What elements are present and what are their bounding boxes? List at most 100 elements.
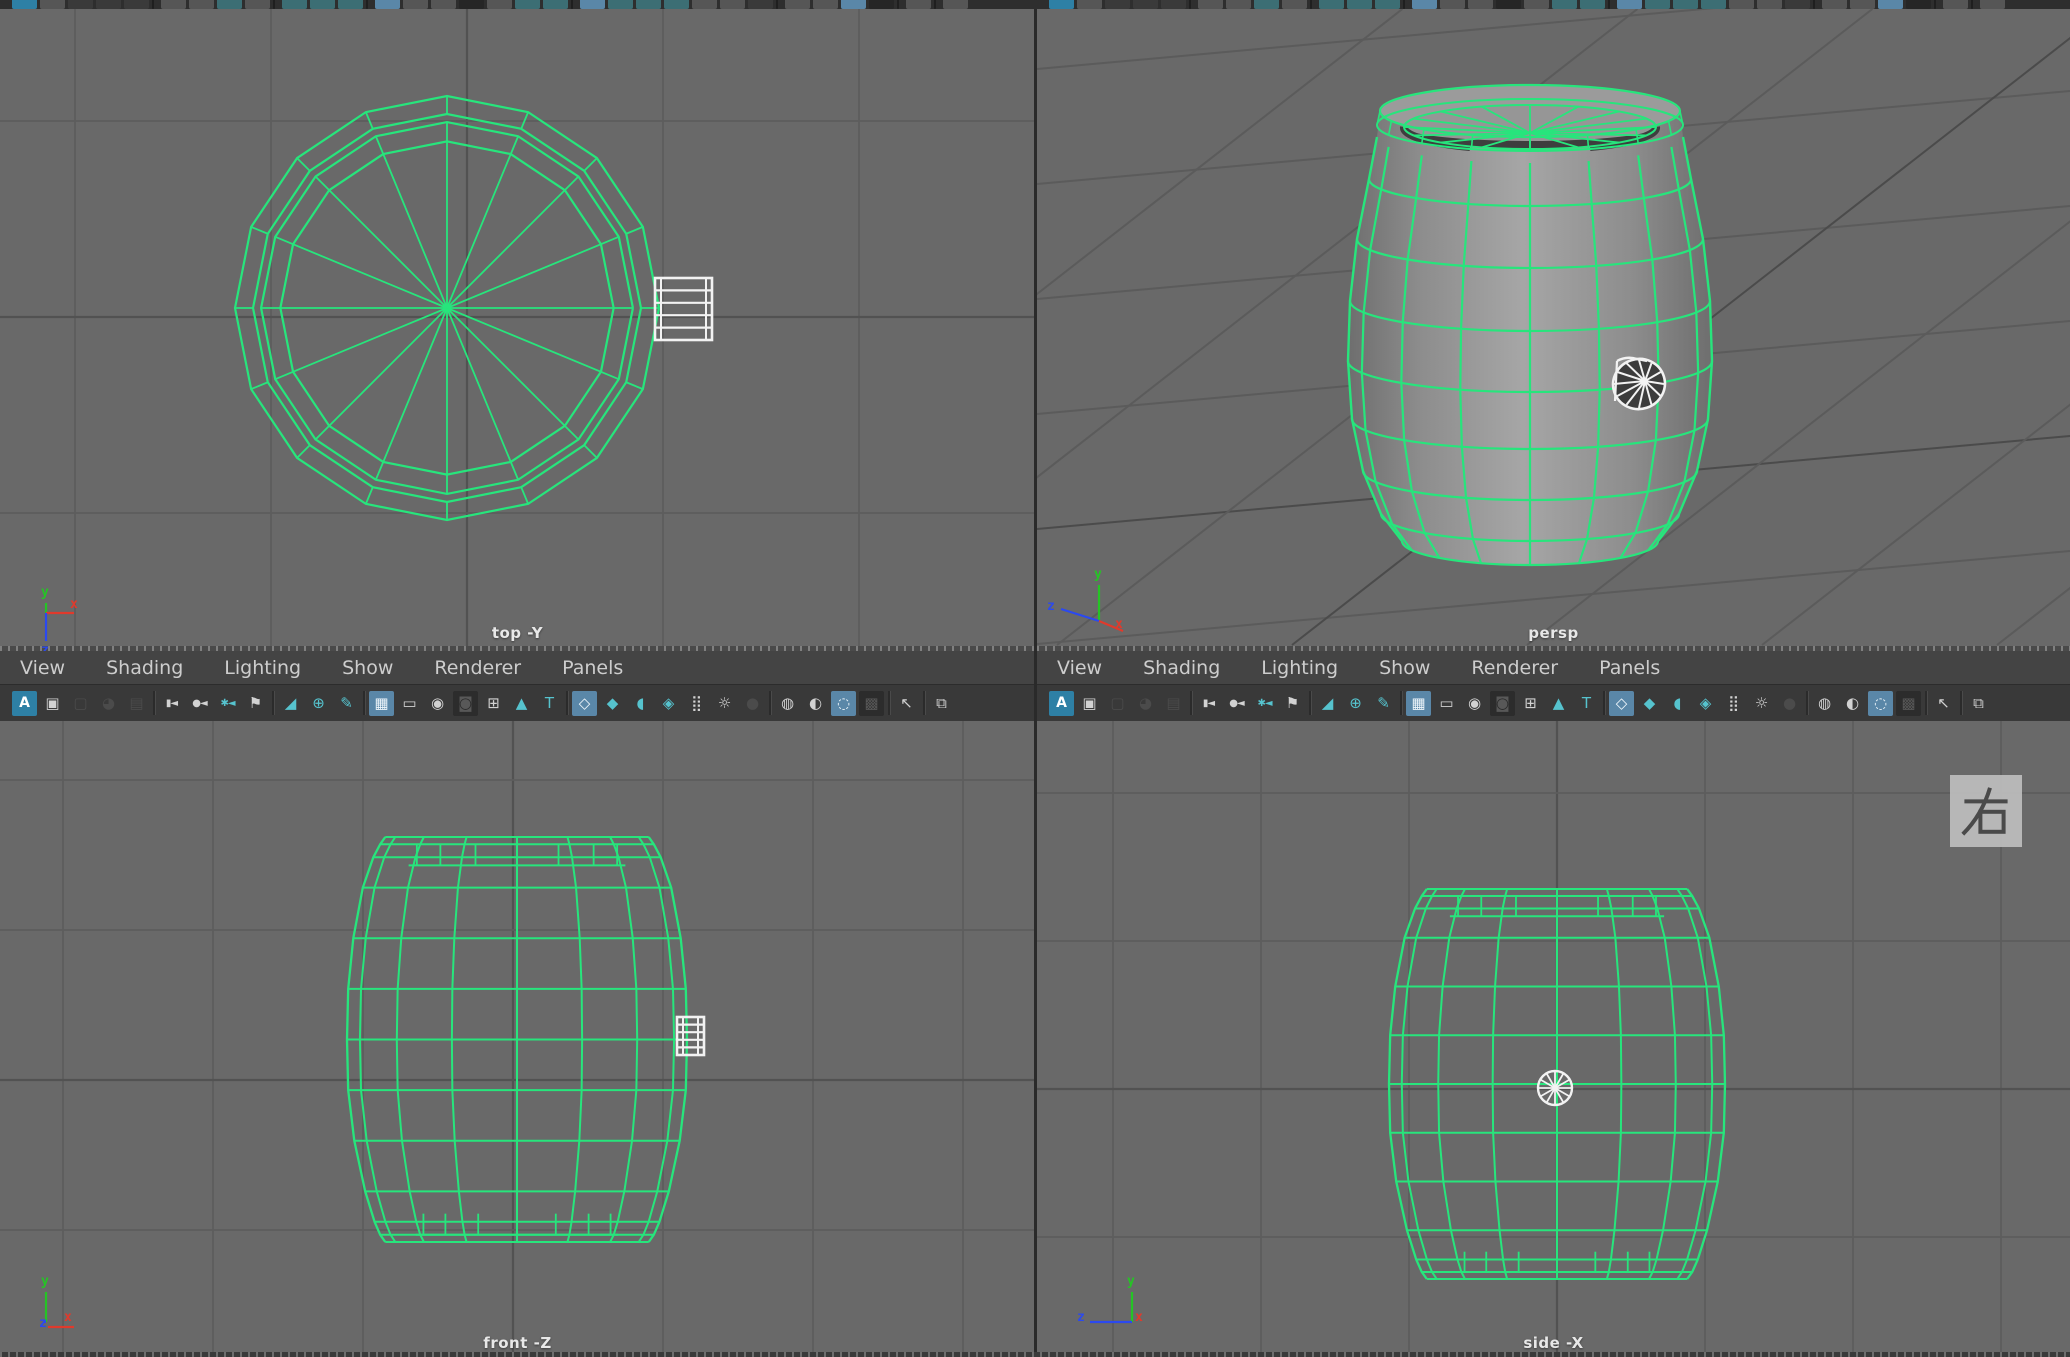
xray-icon[interactable]: ▩ <box>859 691 884 716</box>
shaded-cube-icon[interactable]: ◆ <box>600 691 625 716</box>
gate-mask-icon[interactable]: ◙ <box>1490 691 1515 716</box>
camera-lock-icon[interactable]: ●◄ <box>187 691 212 716</box>
rounded-square-icon[interactable]: ▢ <box>1105 691 1130 716</box>
toolbar-separator <box>1190 691 1193 715</box>
top-view-canvas[interactable] <box>0 9 1035 651</box>
toolbar-separator <box>1603 691 1606 715</box>
viewport-top[interactable]: top -Yyxz <box>0 9 1035 651</box>
cropped-icon-fragment <box>785 0 810 9</box>
isolate-select-icon[interactable]: ◌ <box>831 691 856 716</box>
menu-panels-front[interactable]: Panels <box>542 657 644 679</box>
pan-zoom-icon[interactable]: ⊕ <box>1343 691 1368 716</box>
motion-blur-icon[interactable]: ◍ <box>775 691 800 716</box>
frame-icon[interactable]: ▣ <box>1077 691 1102 716</box>
gate-mask-icon[interactable]: ◙ <box>453 691 478 716</box>
menu-shading-front[interactable]: Shading <box>86 657 204 679</box>
wireframe-on-shaded-icon[interactable]: ◖ <box>628 691 653 716</box>
menu-lighting-side[interactable]: Lighting <box>1241 657 1359 679</box>
frame-icon[interactable]: ▣ <box>40 691 65 716</box>
textured-cube-icon[interactable]: ◈ <box>656 691 681 716</box>
side-view-canvas[interactable] <box>1037 721 2070 1353</box>
viewport-persp[interactable]: perspyzx <box>1037 9 2070 651</box>
front-view-canvas[interactable] <box>0 721 1035 1353</box>
bung-cylinder[interactable] <box>677 1017 704 1055</box>
select-cursor-icon[interactable]: ↖ <box>894 691 919 716</box>
image-plane-icon[interactable]: ◢ <box>1315 691 1340 716</box>
menu-show-side[interactable]: Show <box>1359 657 1451 679</box>
bookmark-icon[interactable]: ⚑ <box>1280 691 1305 716</box>
camera-gear-icon[interactable]: ✱◄ <box>1252 691 1277 716</box>
camera-gear-icon[interactable]: ✱◄ <box>215 691 240 716</box>
resolution-gate-icon[interactable]: ◉ <box>1462 691 1487 716</box>
toolbar-separator <box>1960 691 1963 715</box>
pan-zoom-icon[interactable]: ⊕ <box>306 691 331 716</box>
grid-icon[interactable]: ▦ <box>369 691 394 716</box>
camera-lock-icon[interactable]: ●◄ <box>1224 691 1249 716</box>
menu-renderer-front[interactable]: Renderer <box>414 657 542 679</box>
wireframe-on-shaded-icon[interactable]: ◖ <box>1665 691 1690 716</box>
motion-blur-icon[interactable]: ◍ <box>1812 691 1837 716</box>
cropped-icon-fragment <box>487 0 512 9</box>
toolbar-separator <box>888 691 891 715</box>
menu-view-side[interactable]: View <box>1037 657 1123 679</box>
bung-cylinder[interactable] <box>1538 1071 1572 1105</box>
image-plane-icon[interactable]: ◢ <box>278 691 303 716</box>
camera-icon[interactable]: ▮◄ <box>1196 691 1221 716</box>
barrel-top-wireframe[interactable] <box>235 96 659 520</box>
chart-image-icon[interactable]: ▤ <box>124 691 149 716</box>
film-gate-icon[interactable]: ▭ <box>397 691 422 716</box>
film-gate-icon[interactable]: ▭ <box>1434 691 1459 716</box>
letter-a-icon[interactable]: A <box>12 691 37 716</box>
menu-lighting-front[interactable]: Lighting <box>204 657 322 679</box>
chart-image-icon[interactable]: ▤ <box>1161 691 1186 716</box>
bookmark-icon[interactable]: ⚑ <box>243 691 268 716</box>
safe-title-icon[interactable]: T <box>1574 691 1599 716</box>
letter-a-icon[interactable]: A <box>1049 691 1074 716</box>
ao-icon[interactable]: ● <box>740 691 765 716</box>
cropped-icon-fragment <box>1757 0 1782 9</box>
menu-show-front[interactable]: Show <box>322 657 414 679</box>
menu-panels-side[interactable]: Panels <box>1579 657 1681 679</box>
wireframe-cube-icon[interactable]: ◇ <box>1609 691 1634 716</box>
xray-icon[interactable]: ▩ <box>1896 691 1921 716</box>
rounded-square-icon[interactable]: ▢ <box>68 691 93 716</box>
isolate-select-icon[interactable]: ◌ <box>1868 691 1893 716</box>
use-all-lights-icon[interactable]: ⣿ <box>684 691 709 716</box>
textured-cube-icon[interactable]: ◈ <box>1693 691 1718 716</box>
grease-pencil-icon[interactable]: ✎ <box>1371 691 1396 716</box>
field-chart-icon[interactable]: ⊞ <box>1518 691 1543 716</box>
viewport-front[interactable]: front -Zyxz <box>0 721 1035 1353</box>
panels-stack-icon[interactable]: ⧉ <box>929 691 954 716</box>
viewport-side[interactable]: side -Xyzx <box>1037 721 2070 1353</box>
barrel-wireframe[interactable] <box>347 837 687 1242</box>
cropped-icon-fragment <box>1161 0 1186 9</box>
shaded-cube-icon[interactable]: ◆ <box>1637 691 1662 716</box>
menu-view-front[interactable]: View <box>0 657 86 679</box>
field-chart-icon[interactable]: ⊞ <box>481 691 506 716</box>
safe-action-icon[interactable]: ▲ <box>1546 691 1571 716</box>
resolution-gate-icon[interactable]: ◉ <box>425 691 450 716</box>
cropped-icon-fragment <box>124 0 149 9</box>
use-all-lights-icon[interactable]: ⣿ <box>1721 691 1746 716</box>
safe-title-icon[interactable]: T <box>537 691 562 716</box>
safe-action-icon[interactable]: ▲ <box>509 691 534 716</box>
cropped-icon-fragment <box>1440 0 1465 9</box>
pie-sphere-icon[interactable]: ◕ <box>96 691 121 716</box>
anti-alias-spheres-icon[interactable]: ◐ <box>1840 691 1865 716</box>
cropped-icon-fragment <box>310 0 335 9</box>
panels-stack-icon[interactable]: ⧉ <box>1966 691 1991 716</box>
menu-shading-side[interactable]: Shading <box>1123 657 1241 679</box>
anti-alias-spheres-icon[interactable]: ◐ <box>803 691 828 716</box>
menu-renderer-side[interactable]: Renderer <box>1451 657 1579 679</box>
camera-icon[interactable]: ▮◄ <box>159 691 184 716</box>
grid-icon[interactable]: ▦ <box>1406 691 1431 716</box>
wireframe-cube-icon[interactable]: ◇ <box>572 691 597 716</box>
cropped-icon-fragment <box>1077 0 1102 9</box>
shadows-icon[interactable]: ☼ <box>712 691 737 716</box>
persp-view-canvas[interactable] <box>1037 9 2070 651</box>
grease-pencil-icon[interactable]: ✎ <box>334 691 359 716</box>
select-cursor-icon[interactable]: ↖ <box>1931 691 1956 716</box>
pie-sphere-icon[interactable]: ◕ <box>1133 691 1158 716</box>
ao-icon[interactable]: ● <box>1777 691 1802 716</box>
shadows-icon[interactable]: ☼ <box>1749 691 1774 716</box>
